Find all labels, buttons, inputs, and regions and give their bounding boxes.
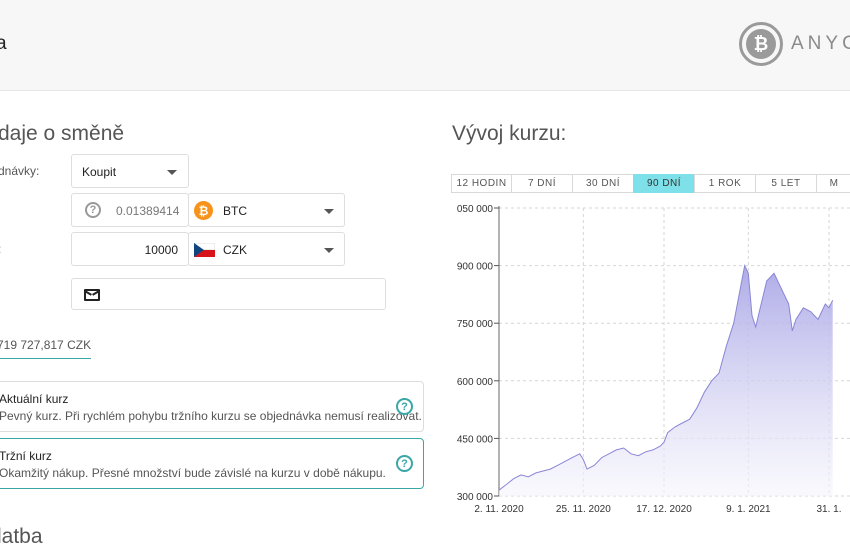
chevron-down-icon xyxy=(324,209,334,214)
x-axis-ticks: 2. 11. 2020 25. 11. 2020 17. 12. 2020 9. 1.… xyxy=(474,504,841,515)
fiat-currency-select[interactable]: CZK xyxy=(188,232,345,266)
tab-1-rok[interactable]: 1 ROK xyxy=(694,174,756,193)
chevron-down-icon xyxy=(324,248,334,253)
y-tick-label: 750 000 xyxy=(457,319,494,330)
fiat-amount-input[interactable]: 10000 xyxy=(71,232,189,266)
brand-name[interactable]: ANYC xyxy=(791,33,850,55)
tab-max[interactable]: M xyxy=(816,174,850,193)
exchange-section-title: daje o směně xyxy=(0,122,125,145)
order-type-label: dnávky: xyxy=(0,164,40,178)
fiat-amount-value: 10000 xyxy=(144,243,178,257)
option-title: Tržní kurz xyxy=(0,449,52,463)
y-tick-label: 450 000 xyxy=(457,434,494,445)
option-title: Aktuální kurz xyxy=(0,392,69,406)
help-icon[interactable]: ? xyxy=(396,455,413,472)
question-icon[interactable]: ? xyxy=(85,202,101,218)
czech-flag-icon xyxy=(194,243,215,257)
order-type-select[interactable]: Koupit xyxy=(71,154,189,188)
envelope-icon xyxy=(84,289,100,301)
chart-grid xyxy=(498,206,850,497)
x-tick-label: 17. 12. 2020 xyxy=(636,504,692,515)
y-tick-label: 050 000 xyxy=(457,204,494,215)
tab-12-hodin[interactable]: 12 HODIN xyxy=(451,174,512,193)
tab-90-dni[interactable]: 90 DNÍ xyxy=(633,174,695,193)
option-description: Okamžitý nákup. Přesné množství bude záv… xyxy=(0,466,386,480)
tab-5-let[interactable]: 5 LET xyxy=(755,174,817,193)
x-tick-label: 9. 1. 2021 xyxy=(726,504,771,515)
tab-7-dni[interactable]: 7 DNÍ xyxy=(511,174,573,193)
bitcoin-icon: ₿ xyxy=(194,201,213,220)
y-tick-label: 300 000 xyxy=(457,492,494,503)
period-tabs: 12 HODIN 7 DNÍ 30 DNÍ 90 DNÍ 1 ROK 5 LET… xyxy=(451,174,850,193)
y-tick-label: 600 000 xyxy=(457,377,494,388)
crypto-currency-value: BTC xyxy=(223,204,247,218)
x-tick-label: 2. 11. 2020 xyxy=(474,504,524,515)
tab-30-dni[interactable]: 30 DNÍ xyxy=(572,174,634,193)
y-axis-ticks: 050 000 900 000 750 000 600 000 450 000 300 0… xyxy=(457,204,499,503)
crypto-amount-value: 0.01389414 xyxy=(116,204,180,218)
chart-title: Vývoj kurzu: xyxy=(452,122,567,145)
app-header: a ₿ ANYC xyxy=(0,0,850,91)
crypto-amount-field[interactable]: ? 0.01389414 xyxy=(71,193,189,227)
fiat-currency-value: CZK xyxy=(223,243,247,257)
y-tick-label: 900 000 xyxy=(457,262,494,273)
amount-label: : xyxy=(0,242,1,256)
fixed-rate-option[interactable]: Aktuální kurz Pevný kurz. Při rychlém po… xyxy=(0,381,424,432)
price-line xyxy=(498,263,834,491)
payment-section-title: latba xyxy=(0,525,43,548)
email-input[interactable] xyxy=(71,278,386,310)
chevron-down-icon xyxy=(167,170,177,175)
option-description: Pevný kurz. Při rychlém pohybu tržního k… xyxy=(0,409,422,423)
price-area xyxy=(499,265,833,496)
help-icon[interactable]: ? xyxy=(396,398,413,415)
market-rate-option[interactable]: Tržní kurz Okamžitý nákup. Přesné množst… xyxy=(0,438,424,489)
page-title: a xyxy=(0,33,7,54)
bitcoin-logo-icon[interactable]: ₿ xyxy=(739,22,783,66)
crypto-currency-select[interactable]: ₿ BTC xyxy=(188,193,345,227)
x-tick-label: 31. 1. xyxy=(816,504,841,515)
exchange-rate-link[interactable]: 719 727,817 CZK xyxy=(0,338,92,359)
x-tick-label: 25. 11. 2020 xyxy=(556,504,611,515)
order-type-value: Koupit xyxy=(82,165,117,179)
